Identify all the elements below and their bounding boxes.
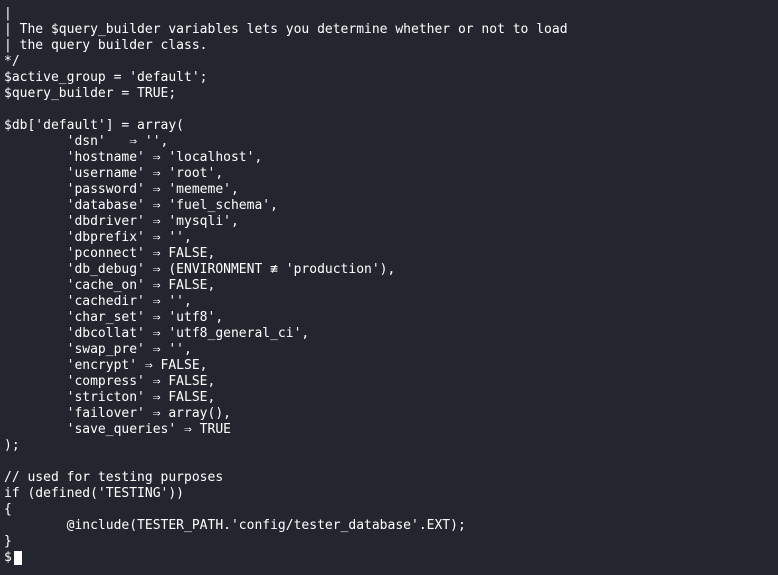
terminal-line: | the query builder class. <box>4 38 208 53</box>
terminal-line: 'db_debug' ⇒ (ENVIRONMENT ≢ 'production'… <box>4 262 396 277</box>
terminal-line: ); <box>4 438 20 453</box>
terminal-line: | The $query_builder variables lets you … <box>4 22 568 37</box>
terminal-line: 'dsn' ⇒ '', <box>4 134 169 149</box>
terminal-line: 'failover' ⇒ array(), <box>4 406 231 421</box>
terminal-line: { <box>4 502 12 517</box>
terminal-line: $query_builder = TRUE; <box>4 86 177 101</box>
terminal-line: 'dbprefix' ⇒ '', <box>4 230 192 245</box>
terminal-line: 'hostname' ⇒ 'localhost', <box>4 150 263 165</box>
terminal-line: 'password' ⇒ 'mememe', <box>4 182 239 197</box>
terminal-window[interactable]: | | The $query_builder variables lets yo… <box>0 0 778 575</box>
terminal-line: 'dbcollat' ⇒ 'utf8_general_ci', <box>4 326 310 341</box>
terminal-line: 'cache_on' ⇒ FALSE, <box>4 278 216 293</box>
terminal-line: | <box>4 6 12 21</box>
terminal-line: // used for testing purposes <box>4 470 224 485</box>
terminal-line: 'encrypt' ⇒ FALSE, <box>4 358 208 373</box>
terminal-line: 'swap_pre' ⇒ '', <box>4 342 192 357</box>
terminal-line: } <box>4 534 12 549</box>
terminal-line: */ <box>4 54 20 69</box>
terminal-line: @include(TESTER_PATH.'config/tester_data… <box>4 518 466 533</box>
terminal-line: if (defined('TESTING')) <box>4 486 185 501</box>
terminal-line: 'username' ⇒ 'root', <box>4 166 224 181</box>
prompt-symbol: $ <box>4 550 12 565</box>
terminal-line: 'stricton' ⇒ FALSE, <box>4 390 216 405</box>
terminal-line: 'char_set' ⇒ 'utf8', <box>4 310 224 325</box>
shell-prompt[interactable]: $ <box>4 550 778 566</box>
terminal-line: 'database' ⇒ 'fuel_schema', <box>4 198 278 213</box>
terminal-line: 'pconnect' ⇒ FALSE, <box>4 246 216 261</box>
terminal-line: 'cachedir' ⇒ '', <box>4 294 192 309</box>
cursor <box>13 551 22 565</box>
terminal-line: 'dbdriver' ⇒ 'mysqli', <box>4 214 239 229</box>
terminal-line: 'save_queries' ⇒ TRUE <box>4 422 231 437</box>
terminal-line: $db['default'] = array( <box>4 118 185 133</box>
terminal-line: $active_group = 'default'; <box>4 70 208 85</box>
terminal-line: 'compress' ⇒ FALSE, <box>4 374 216 389</box>
